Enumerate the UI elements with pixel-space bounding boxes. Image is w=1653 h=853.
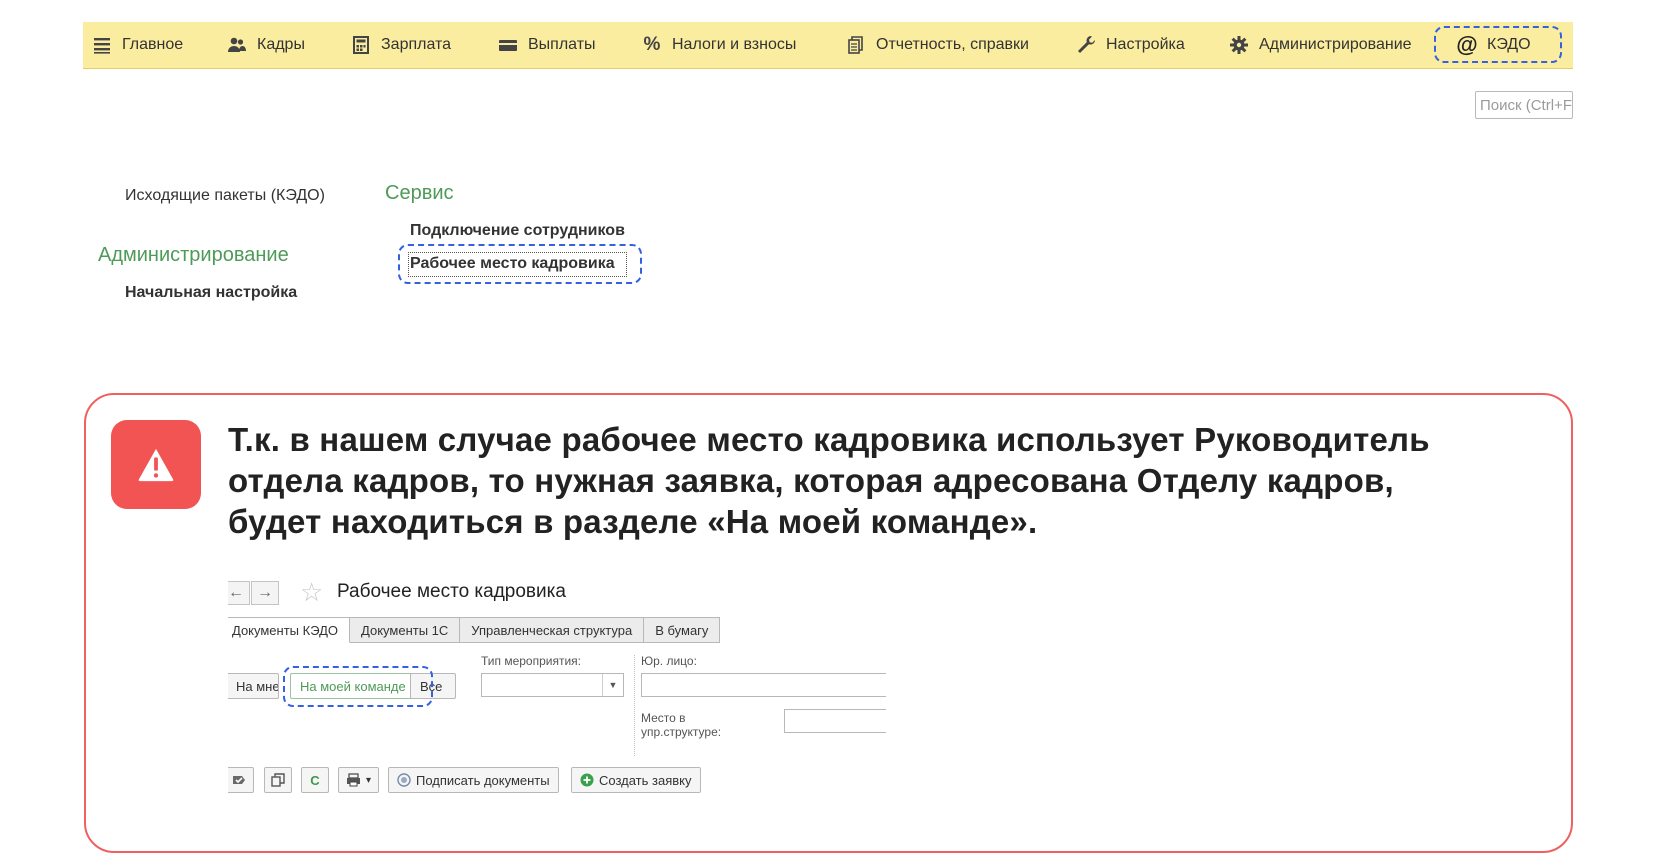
search-placeholder: Поиск (Ctrl+F) [1480, 97, 1573, 114]
seal-icon [397, 773, 411, 787]
refresh-button[interactable]: C [301, 767, 329, 793]
divider [634, 655, 636, 756]
callout-text: Т.к. в нашем случае рабочее место кадров… [228, 419, 1558, 542]
wrench-icon [1076, 35, 1096, 55]
chevron-down-icon: ▾ [365, 774, 372, 786]
section-reports[interactable]: Отчетность, справки [846, 22, 1029, 68]
mark-button[interactable] [228, 767, 254, 793]
refresh-icon: C [310, 772, 320, 788]
calculator-icon [351, 35, 371, 55]
print-button[interactable]: ▾ [338, 767, 379, 793]
menu-group-service: Сервис [385, 182, 454, 204]
hr-workplace-highlight [398, 244, 642, 284]
callout-line: отдела кадров, то нужная заявка, которая… [228, 462, 1394, 499]
add-circle-icon [580, 773, 594, 787]
section-admin[interactable]: Администрирование [1229, 22, 1412, 68]
legal-entity-field[interactable] [641, 673, 886, 697]
event-type-select[interactable]: ▼ [481, 673, 624, 697]
section-label: Отчетность, справки [876, 36, 1029, 53]
place-label-line: упр.структуре: [641, 725, 722, 739]
kedo-highlight [1434, 26, 1562, 63]
event-type-label: Тип мероприятия: [481, 654, 582, 668]
section-salary[interactable]: Зарплата [351, 22, 451, 68]
tab-1c-documents[interactable]: Документы 1С [350, 617, 461, 643]
tab-to-paper[interactable]: В бумагу [644, 617, 721, 643]
section-label: Главное [122, 36, 184, 53]
warning-icon [138, 448, 174, 481]
back-arrow-icon: ← [228, 584, 244, 601]
legal-entity-label: Юр. лицо: [641, 654, 697, 668]
section-label: Налоги и взносы [672, 36, 797, 53]
dropdown-arrow-icon[interactable]: ▼ [602, 674, 623, 696]
place-label: Место в упр.структуре: [641, 711, 721, 739]
wallet-icon [498, 35, 518, 55]
tab-bar: Документы КЭДО Документы 1С Управленческ… [228, 617, 721, 643]
sign-documents-button[interactable]: Подписать документы [388, 767, 559, 793]
back-button[interactable]: ← [228, 581, 250, 605]
section-label: Администрирование [1259, 36, 1412, 53]
hr-workplace-screenshot: ← → ☆ Рабочее место кадровика Документы … [228, 575, 886, 806]
stamp-icon [233, 776, 245, 784]
printer-icon [346, 773, 360, 787]
place-label-line: Место в [641, 711, 686, 725]
create-request-label: Создать заявку [599, 772, 692, 788]
copy-icon [271, 773, 285, 787]
callout-line: будет находиться в разделе «На моей кома… [228, 503, 1038, 540]
section-label: Зарплата [381, 36, 452, 53]
warning-badge [111, 420, 201, 509]
forward-button[interactable]: → [251, 581, 279, 605]
filter-mine-button[interactable]: На мне [228, 673, 279, 699]
section-payments[interactable]: Выплаты [498, 22, 596, 68]
form-title: Рабочее место кадровика [337, 581, 566, 602]
my-team-highlight [283, 666, 433, 707]
section-label: Выплаты [528, 36, 596, 53]
tab-management-structure[interactable]: Управленческая структура [460, 617, 645, 643]
section-label: Кадры [257, 36, 305, 53]
section-main[interactable]: Главное [92, 22, 183, 68]
documents-icon [846, 35, 866, 55]
section-label: Настройка [1106, 36, 1185, 53]
callout-line: Т.к. в нашем случае рабочее место кадров… [228, 421, 1430, 458]
search-input[interactable]: Поиск (Ctrl+F) [1475, 91, 1573, 119]
menu-group-admin: Администрирование [98, 244, 289, 266]
percent-icon: % [643, 34, 661, 55]
copy-button[interactable] [264, 767, 292, 793]
menu-item-employee-connection[interactable]: Подключение сотрудников [410, 222, 625, 240]
sign-documents-label: Подписать документы [416, 772, 550, 788]
place-structure-field[interactable] [784, 709, 886, 733]
gear-icon [1229, 35, 1249, 55]
section-taxes[interactable]: % Налоги и взносы [642, 22, 797, 68]
create-request-button[interactable]: Создать заявку [571, 767, 701, 793]
favorite-star-icon[interactable]: ☆ [300, 577, 323, 608]
page-edge [1573, 0, 1653, 360]
menu-lines-icon [92, 35, 112, 55]
tab-kedo-documents[interactable]: Документы КЭДО [228, 617, 351, 643]
menu-item-outgoing-packages[interactable]: Исходящие пакеты (КЭДО) [125, 187, 325, 205]
section-hr[interactable]: Кадры [227, 22, 305, 68]
section-settings[interactable]: Настройка [1076, 22, 1185, 68]
people-icon [227, 35, 247, 55]
forward-arrow-icon: → [257, 584, 273, 601]
menu-item-initial-setup[interactable]: Начальная настройка [125, 284, 297, 302]
